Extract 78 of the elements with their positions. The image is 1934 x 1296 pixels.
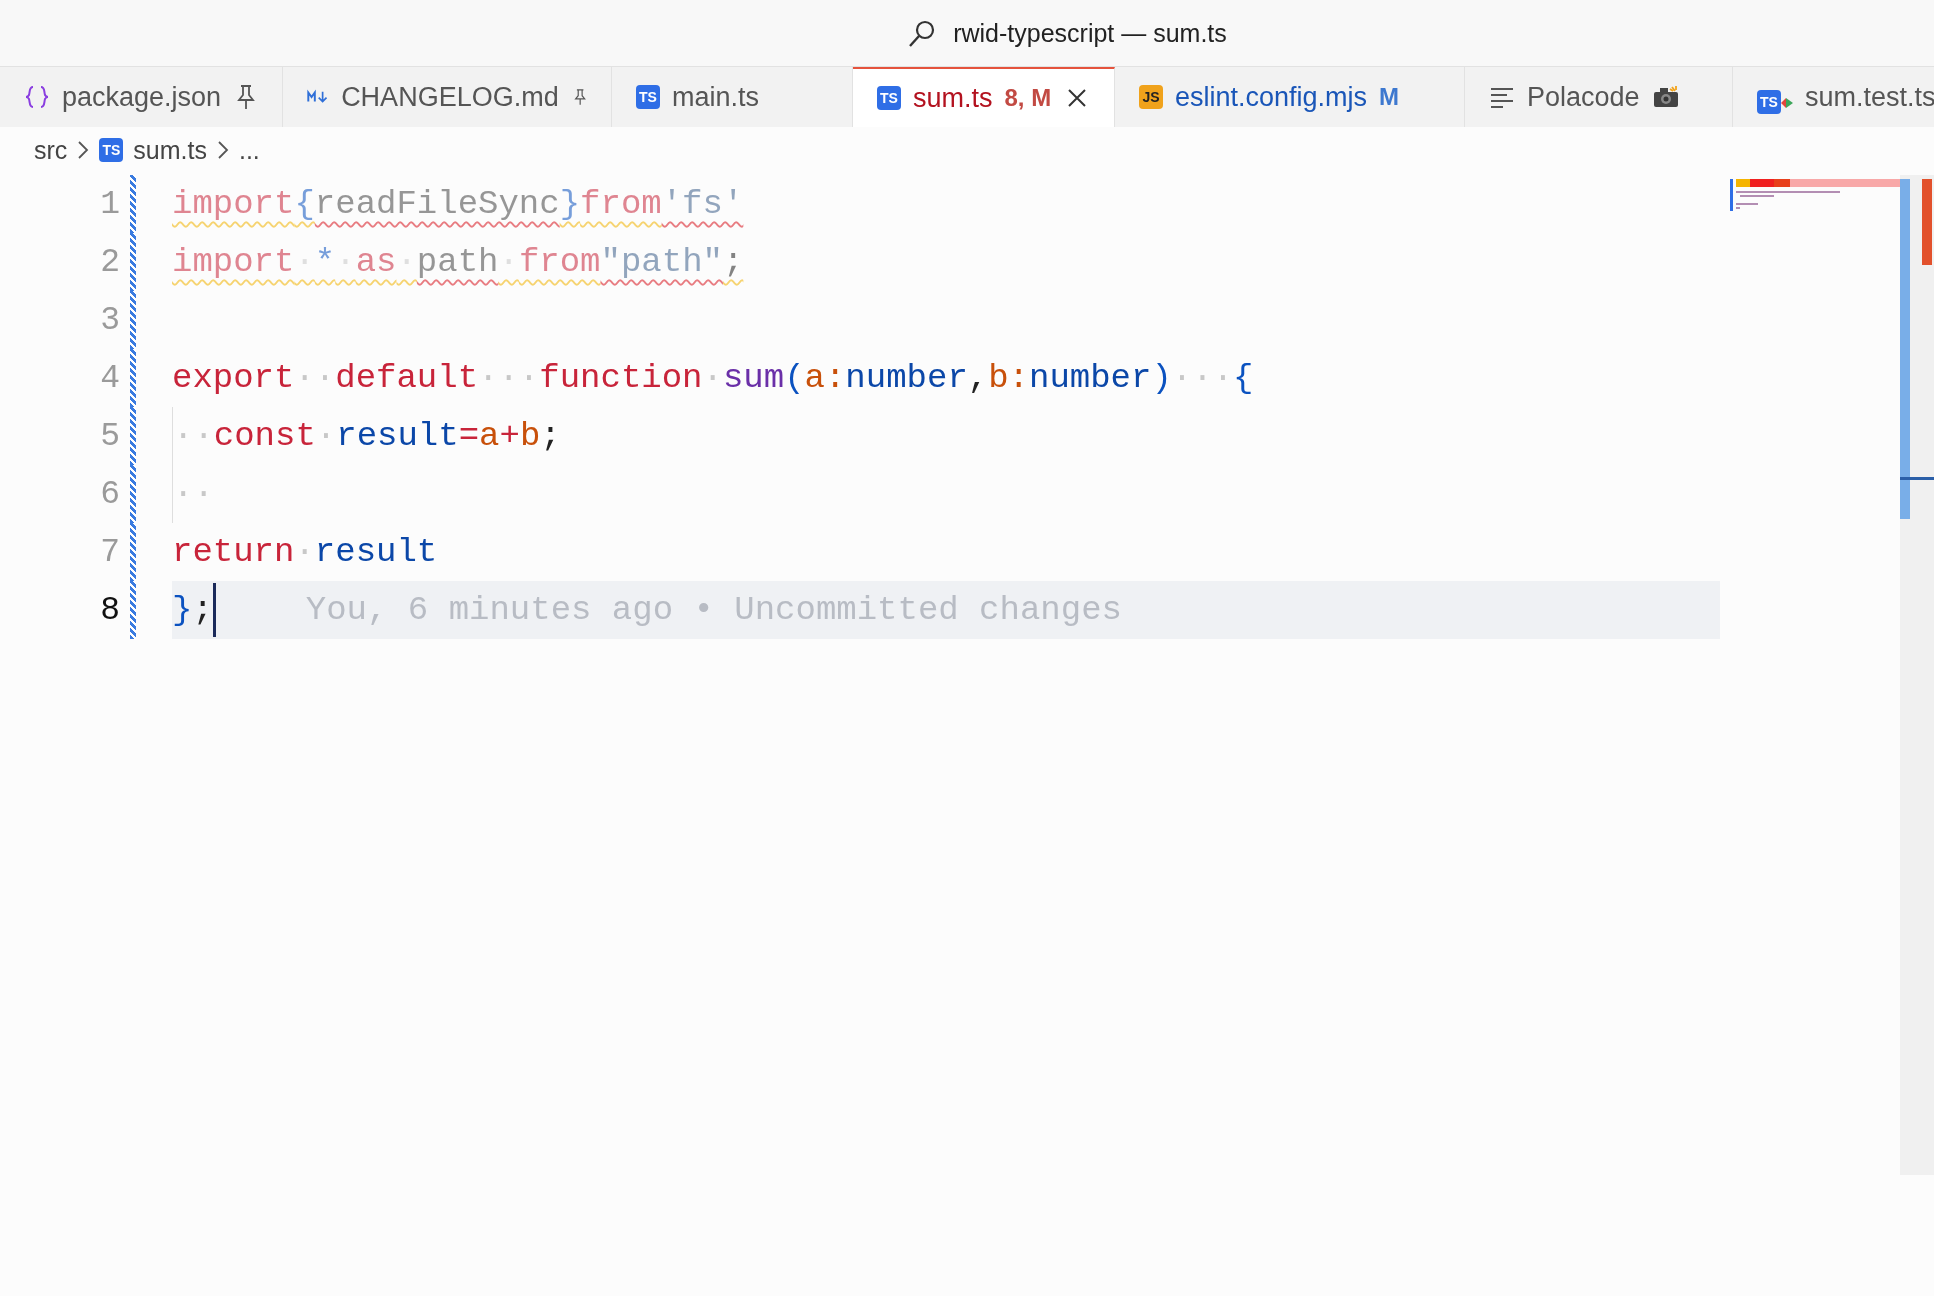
breadcrumb-item[interactable]: src <box>34 135 68 165</box>
code-token: 'fs' <box>661 185 744 223</box>
code-token: export <box>172 359 295 397</box>
code-token: ; <box>192 591 213 629</box>
code-token: ) <box>1151 359 1172 397</box>
code-token: b <box>519 417 541 455</box>
code-token: + <box>499 417 520 455</box>
whitespace-marker: ··· <box>478 359 540 397</box>
code-token: { <box>1233 359 1254 397</box>
line-number: 1 <box>99 185 120 223</box>
code-token: import <box>172 185 295 223</box>
code-token: a <box>804 359 825 397</box>
chevron-right-icon <box>216 140 229 160</box>
line-number: 7 <box>99 533 120 571</box>
code-token: import <box>172 243 295 281</box>
code-token: : <box>824 359 846 397</box>
code-token: number <box>845 359 968 397</box>
text-lines-icon <box>1489 86 1515 108</box>
whitespace-marker: · <box>702 359 723 397</box>
whitespace-marker: ·· <box>173 417 214 455</box>
whitespace-marker: · <box>294 533 315 571</box>
line-number: 3 <box>99 301 120 339</box>
code-token: result <box>314 533 438 571</box>
file-type-icon: TS <box>636 85 660 109</box>
whitespace-marker: · <box>294 243 315 281</box>
code-token: result <box>336 417 459 455</box>
code-token: const <box>213 417 316 455</box>
null <box>1781 97 1795 109</box>
file-type-icon: JS <box>1139 85 1163 109</box>
close-icon <box>1067 88 1088 108</box>
code-token: } <box>172 591 193 629</box>
whitespace-marker: ·· <box>173 475 214 513</box>
line-number: 5 <box>99 417 120 455</box>
whitespace-marker: · <box>315 417 337 455</box>
line-number: 2 <box>99 243 120 281</box>
file-status-label: M <box>1379 83 1400 111</box>
code-token: ( <box>784 359 805 397</box>
code-token: b <box>988 359 1009 397</box>
code-token: function <box>539 359 703 397</box>
code-token: * <box>314 243 336 281</box>
code-token: return <box>172 533 295 571</box>
code-token: { <box>294 185 315 223</box>
code-token: "path" <box>600 243 723 281</box>
whitespace-marker: ·· <box>294 359 336 397</box>
chevron-right-icon <box>77 140 90 160</box>
line-number: 4 <box>99 359 120 397</box>
file-type-icon: TS <box>99 138 124 162</box>
text-cursor <box>212 583 216 637</box>
code-token: , <box>967 359 989 397</box>
code-token: from <box>580 185 662 223</box>
whitespace-marker: · <box>396 243 417 281</box>
breadcrumb-item[interactable]: sum.ts <box>133 135 207 165</box>
window-title: rwid-typescript — sum.ts <box>953 18 1227 48</box>
code-token: number <box>1029 359 1152 397</box>
code-token: as <box>355 243 397 281</box>
file-type-icon: TS <box>877 86 901 110</box>
whitespace-marker: · <box>498 243 519 281</box>
code-token: sum <box>722 359 785 397</box>
whitespace-marker: ··· <box>1171 359 1234 397</box>
scrollbar-thumb[interactable] <box>1900 179 1910 519</box>
line-number: 6 <box>99 475 120 513</box>
line-number: 8 <box>99 591 120 629</box>
editor-tab[interactable]: TS sum.ts 8, M <box>853 67 1115 127</box>
breadcrumb-item[interactable]: ... <box>238 135 260 165</box>
braces-icon <box>24 84 50 110</box>
code-token: path <box>416 243 499 281</box>
code-token: ; <box>540 417 561 455</box>
code-token: } <box>559 185 581 223</box>
code-token: default <box>335 359 479 397</box>
code-token: ; <box>722 243 744 281</box>
code-token: = <box>458 417 480 455</box>
whitespace-marker: · <box>335 243 356 281</box>
code-token: from <box>518 243 601 281</box>
code-token: : <box>1008 359 1029 397</box>
code-token: readFileSync <box>314 185 560 223</box>
cursor-marker <box>1900 477 1934 480</box>
code-token: a <box>479 417 500 455</box>
file-status-label: 8, M <box>1004 84 1052 112</box>
